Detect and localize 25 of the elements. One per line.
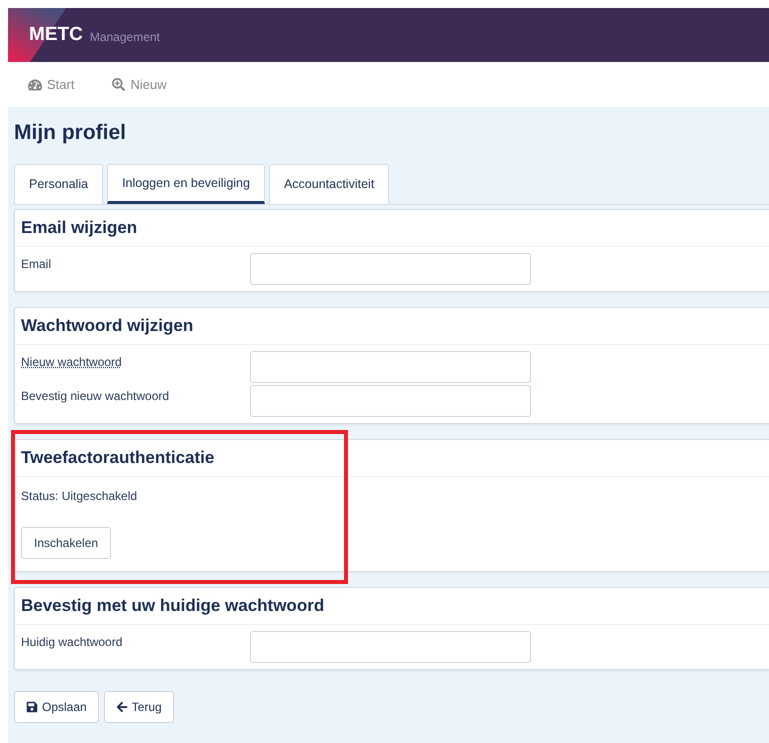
input-field[interactable] [250, 253, 531, 285]
field-label: Email [21, 256, 52, 273]
section-title: Email wijzigen [15, 210, 769, 247]
product-name: Management [90, 28, 160, 46]
input-field[interactable] [250, 385, 531, 417]
back-button[interactable]: Terug [104, 691, 174, 723]
tab[interactable]: Personalia [14, 164, 104, 204]
tab[interactable]: Inloggen en beveiliging [107, 164, 265, 204]
section-title: Wachtwoord wijzigen [15, 308, 769, 345]
section-title: Tweefactorauthenticatie [15, 440, 769, 477]
section-title: Bevestig met uw huidige wachtwoord [15, 588, 769, 625]
status-text: Status: Uitgeschakeld [21, 488, 138, 505]
gauge-icon [28, 78, 42, 92]
tab[interactable]: Accountactiviteit [268, 164, 390, 204]
save-button[interactable]: Opslaan [14, 691, 99, 723]
input-field[interactable] [250, 351, 531, 383]
field-label: Nieuw wachtwoord [21, 354, 123, 371]
zoom-in-icon [112, 78, 126, 91]
enable-button[interactable]: Inschakelen [21, 527, 112, 559]
field-label: Huidig wachtwoord [21, 634, 124, 651]
arrow-left-icon [116, 701, 128, 713]
field-label: Bevestig nieuw wachtwoord [21, 388, 170, 405]
brand-name: METC [29, 22, 83, 47]
input-field[interactable] [250, 631, 531, 663]
page-title: Mijn profiel [14, 121, 127, 145]
